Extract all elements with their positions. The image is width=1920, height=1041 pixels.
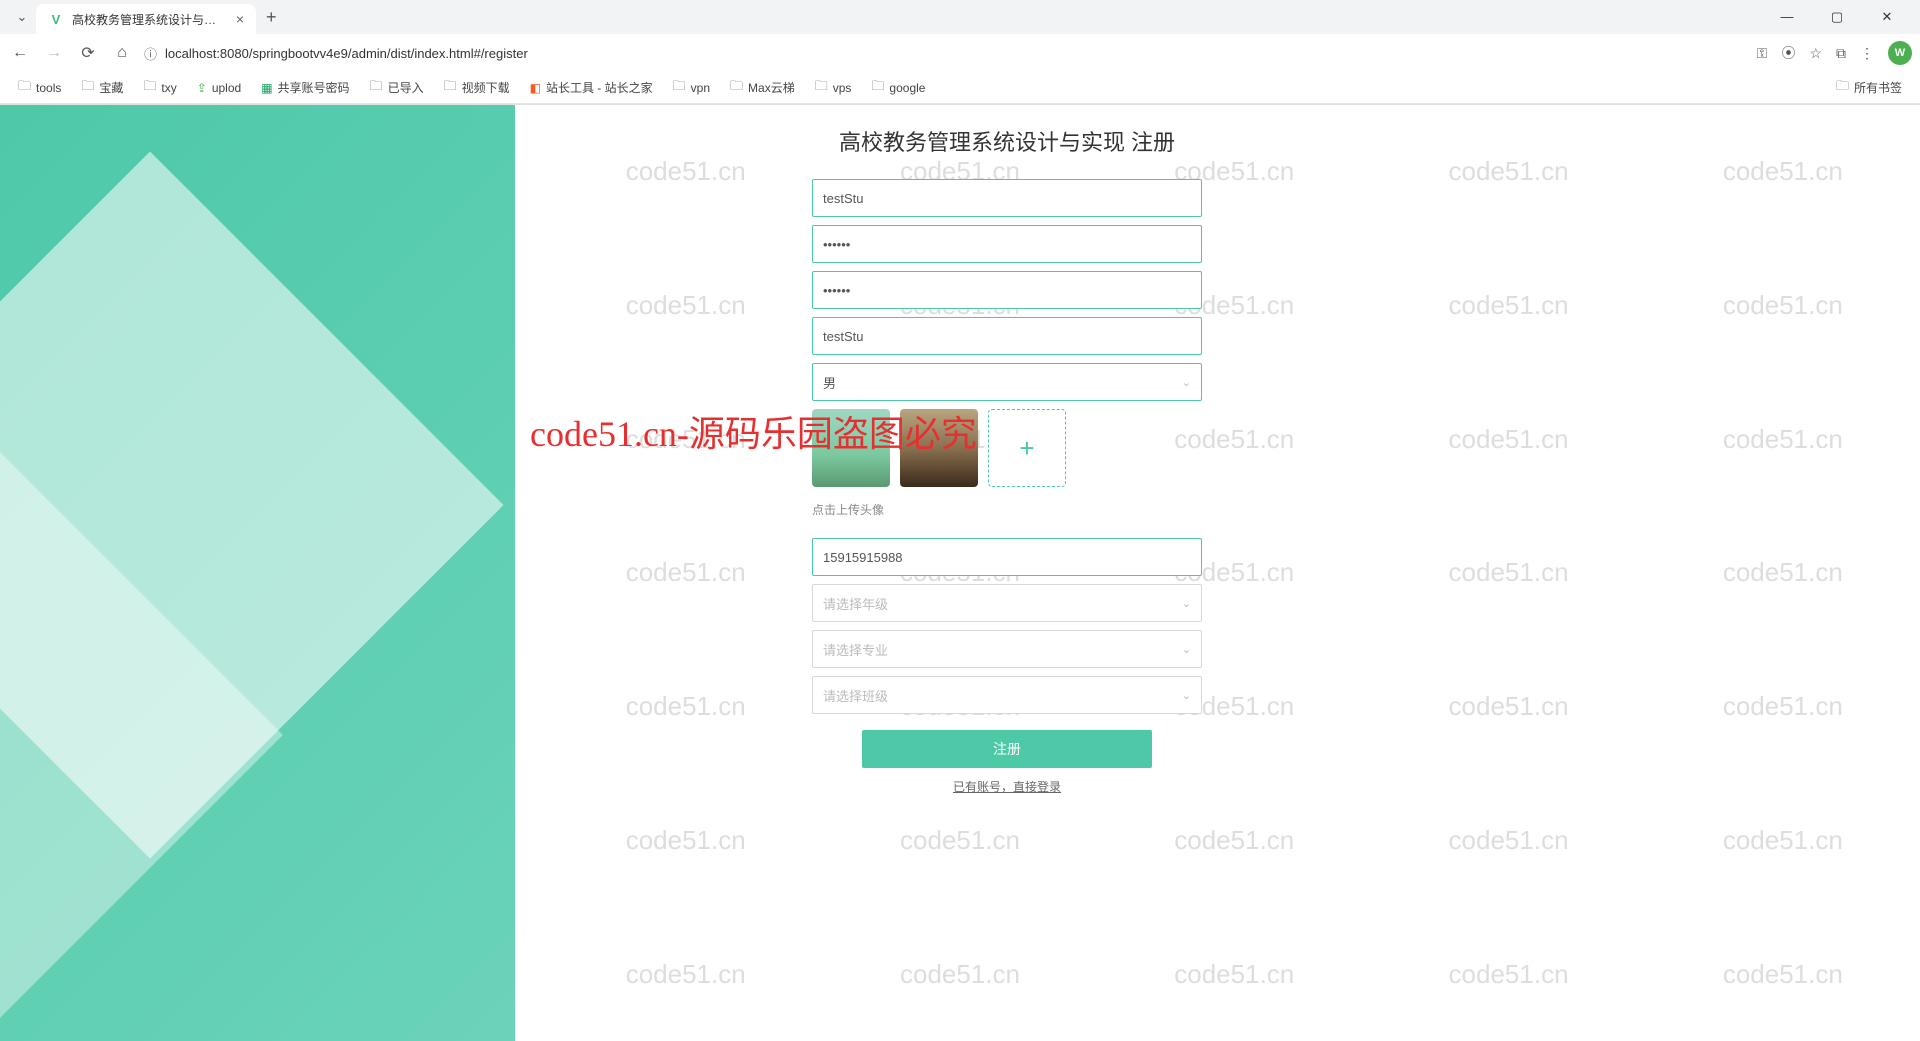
- grade-select[interactable]: 请选择年级 ⌄: [812, 584, 1202, 622]
- browser-chrome: ⌄ V 高校教务管理系统设计与实现 × + — ▢ ✕ ← → ⟳ ⌂ ⓘ lo…: [0, 0, 1920, 105]
- upload-avatar-button[interactable]: +: [988, 409, 1066, 487]
- avatar-thumbnail-2[interactable]: [900, 409, 978, 487]
- menu-icon[interactable]: ⋮: [1860, 45, 1874, 62]
- phone-input[interactable]: [812, 538, 1202, 576]
- folder-icon: 🗀: [730, 77, 743, 99]
- folder-icon: 🗀: [444, 77, 457, 99]
- close-window-icon[interactable]: ✕: [1872, 9, 1902, 25]
- confirm-password-input[interactable]: [812, 271, 1202, 309]
- browser-toolbar: ← → ⟳ ⌂ ⓘ localhost:8080/springbootvv4e9…: [0, 34, 1920, 72]
- chevron-down-icon: ⌄: [1182, 597, 1191, 610]
- favicon-icon: V: [48, 11, 64, 27]
- folder-icon: 🗀: [815, 77, 828, 99]
- chevron-down-icon: ⌄: [1182, 376, 1191, 389]
- bookmark-vpn[interactable]: 🗀vpn: [665, 73, 718, 103]
- major-select[interactable]: 请选择专业 ⌄: [812, 630, 1202, 668]
- bookmark-webmaster-tools[interactable]: ◧站长工具 - 站长之家: [522, 75, 661, 100]
- extensions-icon[interactable]: ⧉: [1836, 45, 1846, 62]
- bookmark-google[interactable]: 🗀google: [863, 73, 933, 103]
- avatar-thumbnail-1[interactable]: [812, 409, 890, 487]
- browser-tab[interactable]: V 高校教务管理系统设计与实现 ×: [36, 4, 256, 34]
- class-placeholder: 请选择班级: [823, 686, 888, 705]
- upload-icon: ⇪: [197, 81, 207, 95]
- register-button[interactable]: 注册: [862, 730, 1152, 768]
- tab-title: 高校教务管理系统设计与实现: [72, 11, 228, 28]
- bookmark-vps[interactable]: 🗀vps: [807, 73, 860, 103]
- folder-icon: 🗀: [81, 77, 94, 99]
- forward-button[interactable]: →: [42, 44, 66, 62]
- chevron-down-icon: ⌄: [1182, 643, 1191, 656]
- window-controls: — ▢ ✕: [1772, 9, 1912, 25]
- folder-icon: 🗀: [673, 77, 686, 99]
- bookmark-treasure[interactable]: 🗀宝藏: [73, 73, 131, 103]
- all-bookmarks-button[interactable]: 🗀所有书签: [1828, 73, 1910, 103]
- username-input[interactable]: [812, 179, 1202, 217]
- register-form: 高校教务管理系统设计与实现 注册 男 ⌄ + 点击上传头像 请选择年级 ⌄ 请选…: [812, 125, 1202, 795]
- folder-icon: 🗀: [1836, 77, 1849, 99]
- upload-hint-label: 点击上传头像: [812, 501, 1202, 518]
- close-tab-icon[interactable]: ×: [236, 11, 244, 27]
- translate-icon[interactable]: ⦿: [1781, 43, 1795, 63]
- profile-avatar[interactable]: W: [1888, 41, 1912, 65]
- tab-search-dropdown[interactable]: ⌄: [8, 9, 36, 25]
- site-info-icon[interactable]: ⓘ: [144, 44, 157, 63]
- folder-icon: 🗀: [143, 77, 156, 99]
- folder-icon: 🗀: [18, 77, 31, 99]
- page-title: 高校教务管理系统设计与实现 注册: [812, 125, 1202, 157]
- folder-icon: 🗀: [370, 77, 383, 99]
- back-button[interactable]: ←: [8, 44, 32, 62]
- grade-placeholder: 请选择年级: [823, 594, 888, 613]
- page-content: code51.cncode51.cncode51.cncode51.cncode…: [0, 105, 1920, 1041]
- reload-button[interactable]: ⟳: [76, 43, 100, 63]
- plus-icon: +: [1019, 433, 1034, 464]
- major-placeholder: 请选择专业: [823, 640, 888, 659]
- avatar-upload-row: +: [812, 409, 1202, 487]
- bookmark-video-download[interactable]: 🗀视频下载: [436, 73, 518, 103]
- minimize-icon[interactable]: —: [1772, 9, 1802, 25]
- bookmark-star-icon[interactable]: ☆: [1809, 45, 1822, 62]
- gender-select[interactable]: 男 ⌄: [812, 363, 1202, 401]
- bookmark-uplod[interactable]: ⇪uplod: [189, 77, 249, 99]
- password-input[interactable]: [812, 225, 1202, 263]
- bookmark-max-cloud[interactable]: 🗀Max云梯: [722, 73, 803, 103]
- bookmark-imported[interactable]: 🗀已导入: [362, 73, 432, 103]
- new-tab-button[interactable]: +: [256, 7, 287, 28]
- maximize-icon[interactable]: ▢: [1822, 9, 1852, 25]
- class-select[interactable]: 请选择班级 ⌄: [812, 676, 1202, 714]
- doc-icon: ▦: [261, 81, 272, 95]
- gender-value: 男: [823, 373, 836, 392]
- bookmark-tools[interactable]: 🗀tools: [10, 73, 69, 103]
- bookmark-shared-accounts[interactable]: ▦共享账号密码: [253, 75, 357, 100]
- login-link[interactable]: 已有账号，直接登录: [812, 778, 1202, 795]
- chevron-down-icon: ⌄: [1182, 689, 1191, 702]
- tool-icon: ◧: [530, 81, 541, 95]
- left-decoration-panel: [0, 105, 515, 1041]
- bookmarks-bar: 🗀tools 🗀宝藏 🗀txy ⇪uplod ▦共享账号密码 🗀已导入 🗀视频下…: [0, 72, 1920, 104]
- tab-strip: ⌄ V 高校教务管理系统设计与实现 × + — ▢ ✕: [0, 0, 1920, 34]
- bookmark-txy[interactable]: 🗀txy: [135, 73, 184, 103]
- password-icon[interactable]: ⚿: [1757, 45, 1768, 62]
- home-button[interactable]: ⌂: [110, 44, 134, 62]
- address-bar[interactable]: ⓘ localhost:8080/springbootvv4e9/admin/d…: [144, 44, 528, 63]
- url-text: localhost:8080/springbootvv4e9/admin/dis…: [165, 46, 528, 61]
- realname-input[interactable]: [812, 317, 1202, 355]
- folder-icon: 🗀: [871, 77, 884, 99]
